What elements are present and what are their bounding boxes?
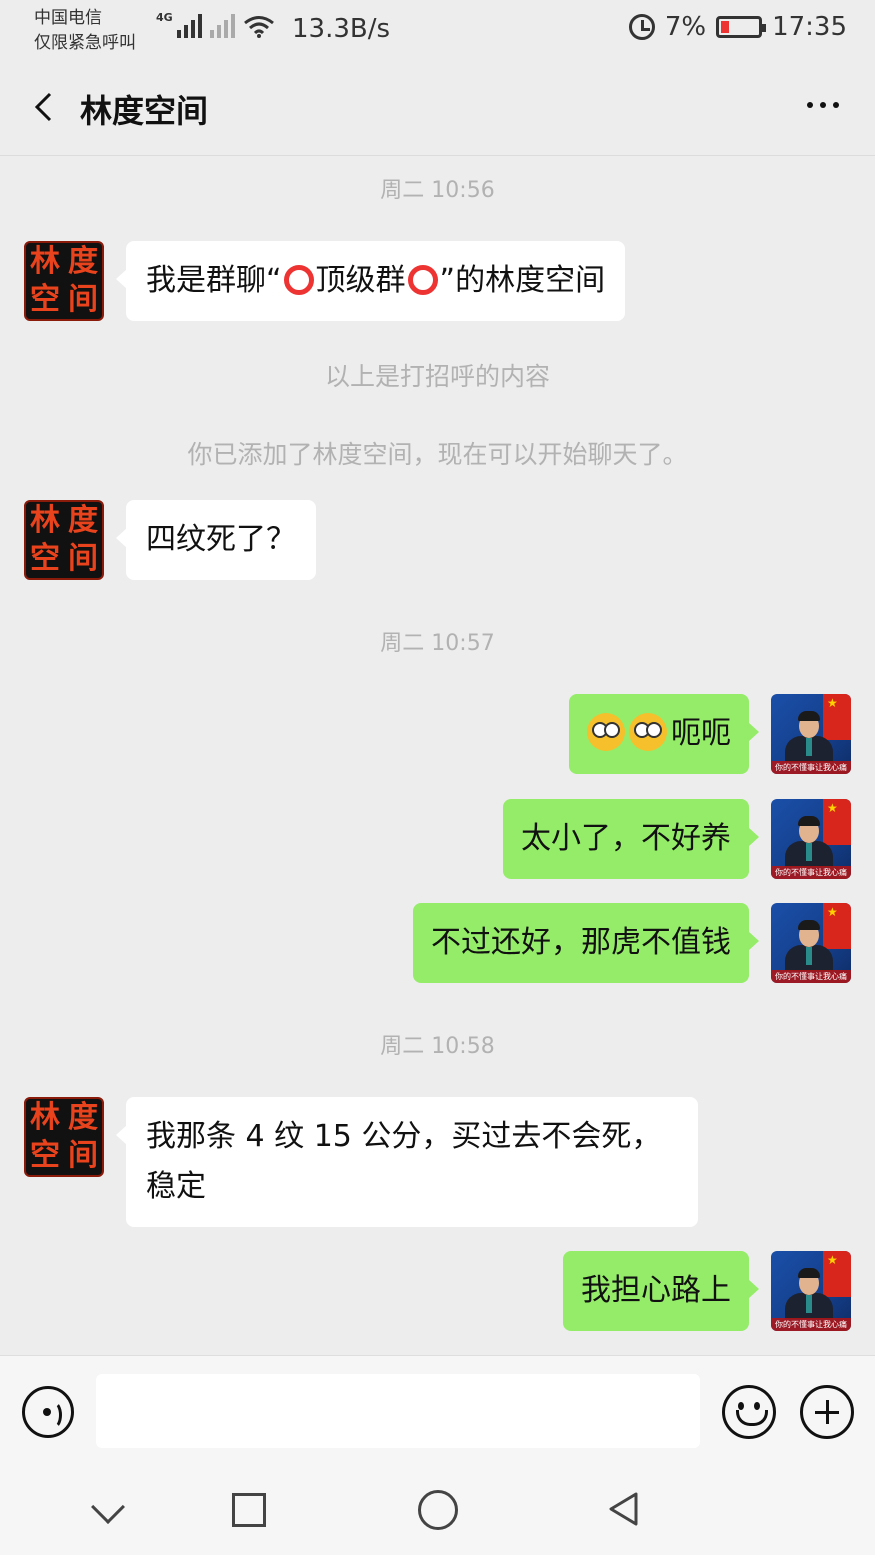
system-nav-bar	[0, 1467, 875, 1555]
input-bar	[0, 1355, 875, 1467]
my-avatar[interactable]: 你的不懂事让我心痛	[771, 903, 851, 983]
recent-apps-icon[interactable]	[232, 1493, 266, 1527]
contact-avatar[interactable]: 林度 空间	[24, 500, 104, 580]
system-message: 以上是打招呼的内容	[324, 362, 550, 391]
my-avatar[interactable]: 你的不懂事让我心痛	[771, 694, 851, 774]
carrier-name: 中国电信	[34, 8, 102, 28]
emergency-only-label: 仅限紧急呼叫	[34, 33, 136, 53]
right-status: 7% 17:35	[628, 12, 847, 42]
home-icon[interactable]	[418, 1490, 458, 1530]
time-label: 周二 10:58	[380, 1034, 495, 1059]
plus-icon[interactable]	[800, 1385, 854, 1439]
signal-strength-icon	[176, 14, 202, 38]
net-speed: 13.3B/s	[292, 14, 391, 44]
wifi-icon	[243, 16, 274, 38]
chat-header: 林度空间	[0, 62, 875, 156]
contact-avatar[interactable]: 林度 空间	[24, 1097, 104, 1177]
battery-percent: 7%	[664, 12, 707, 42]
chevron-left-icon[interactable]	[30, 92, 60, 122]
more-icon[interactable]	[807, 102, 839, 108]
system-message: 你已添加了林度空间，现在可以开始聊天了。	[187, 440, 688, 469]
status-bar: 中国电信 仅限紧急呼叫 4G 13.3B/s 7% 17:35	[0, 0, 875, 62]
message-bubble-sent[interactable]: 呃呃	[569, 694, 759, 774]
flushed-face-icon	[629, 713, 667, 751]
time-label: 周二 10:56	[380, 178, 495, 203]
back-triangle-icon[interactable]	[606, 1491, 642, 1527]
red-circle-icon	[407, 265, 438, 295]
no-signal-icon	[209, 14, 235, 38]
emoji-icon[interactable]	[722, 1385, 776, 1439]
network-type-label: 4G	[156, 11, 173, 24]
chat-title: 林度空间	[80, 92, 209, 130]
signal-icons: 4G	[156, 11, 275, 38]
time-label: 周二 10:57	[380, 631, 495, 656]
message-input[interactable]	[96, 1374, 700, 1448]
chevron-down-icon[interactable]	[91, 1490, 125, 1524]
message-bubble-received[interactable]: 四纹死了？	[116, 500, 316, 580]
flushed-face-icon	[587, 713, 625, 751]
voice-icon[interactable]	[22, 1386, 74, 1438]
alarm-icon	[628, 14, 655, 40]
contact-avatar[interactable]: 林度 空间	[24, 241, 104, 321]
message-bubble-received[interactable]: 我是群聊“ 顶级群 ”的林度空间	[115, 241, 626, 321]
my-avatar[interactable]: 你的不懂事让我心痛	[771, 799, 851, 879]
message-bubble-sent[interactable]: 太小了，不好养	[503, 799, 759, 879]
carrier-info: 中国电信 仅限紧急呼叫	[34, 6, 136, 56]
battery-icon	[716, 16, 767, 38]
message-bubble-received[interactable]: 我那条 4 纹 15 公分，买过去不会死， 稳定	[116, 1097, 698, 1227]
clock: 17:35	[772, 12, 847, 42]
message-bubble-sent[interactable]: 不过还好，那虎不值钱	[413, 903, 759, 983]
my-avatar[interactable]: 你的不懂事让我心痛	[771, 1251, 851, 1331]
red-circle-icon	[283, 265, 314, 295]
message-bubble-sent[interactable]: 我担心路上	[563, 1251, 759, 1331]
